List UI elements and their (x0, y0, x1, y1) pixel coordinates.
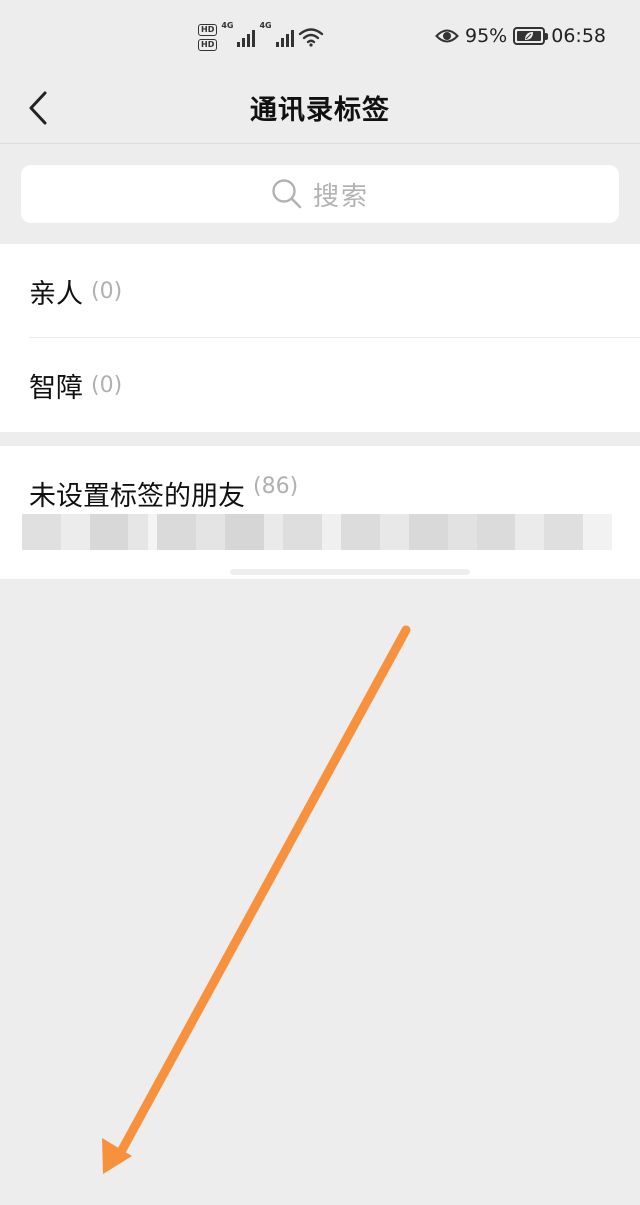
hd-icon: HD (198, 23, 218, 36)
eye-icon (435, 29, 459, 43)
nav-divider (0, 143, 640, 144)
untagged-count: (86) (253, 474, 299, 499)
tag-count: (0) (91, 278, 123, 304)
tag-item-second[interactable]: 智障 (0) (0, 338, 640, 432)
status-bar: HD HD 4G 4G 95% 06:58 (0, 0, 640, 72)
page-title: 通讯录标签 (250, 95, 390, 126)
arrow-head (102, 1138, 132, 1174)
hd-icon: HD (198, 38, 218, 51)
network-type-label: 4G (221, 21, 234, 30)
tag-label: 智障 (29, 372, 83, 404)
redaction-smear (230, 569, 470, 575)
network-type-label: 4G (259, 21, 272, 30)
battery-icon (513, 27, 549, 45)
tag-list: 亲人 (0) 智障 (0) (0, 244, 640, 432)
leaf-icon (525, 32, 534, 40)
untagged-label: 未设置标签的朋友 (29, 481, 245, 512)
status-right: 95% 06:58 (435, 20, 606, 52)
tag-count: (0) (91, 372, 123, 398)
clock-time: 06:58 (551, 25, 606, 47)
search-input[interactable]: 搜索 (21, 165, 619, 223)
search-icon (272, 179, 302, 209)
hd-icons: HD HD (198, 23, 218, 51)
untagged-list: 未设置标签的朋友 (86) (0, 446, 640, 579)
pixelated-redaction (22, 514, 612, 550)
signal-icon (237, 27, 256, 47)
search-placeholder: 搜索 (312, 181, 369, 212)
signal-icon (275, 27, 294, 47)
network-indicators: HD HD 4G 4G (198, 17, 324, 57)
wifi-icon (298, 28, 323, 47)
tag-item-family[interactable]: 亲人 (0) (0, 244, 640, 338)
tag-label: 亲人 (29, 278, 83, 310)
nav-bar: 通讯录标签 (0, 72, 640, 144)
battery-percent: 95% (465, 25, 508, 47)
arrow-shaft (117, 625, 411, 1155)
